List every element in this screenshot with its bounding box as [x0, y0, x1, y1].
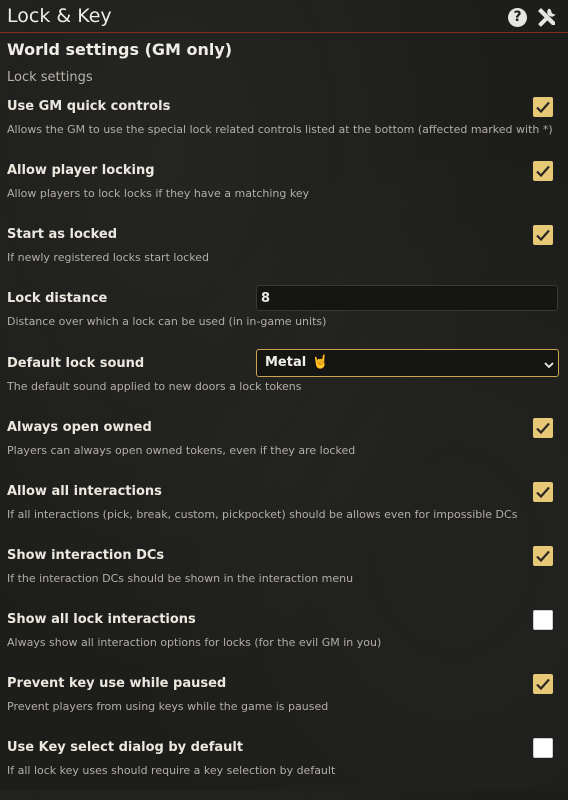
- setting-label: Start as locked: [7, 227, 118, 242]
- metal-hand-icon: 🤘: [312, 355, 329, 370]
- setting-start-as-locked: Start as locked If newly registered lock…: [0, 225, 568, 287]
- setting-label: Show interaction DCs: [7, 548, 165, 563]
- setting-prevent-key-use-while-paused: Prevent key use while paused Prevent pla…: [0, 674, 568, 736]
- setting-hint: Players can always open owned tokens, ev…: [7, 444, 356, 457]
- checkbox-use-key-select-dialog[interactable]: [533, 738, 553, 758]
- setting-default-lock-sound: Default lock sound The default sound app…: [0, 349, 568, 416]
- setting-label: Show all lock interactions: [7, 612, 196, 627]
- setting-hint: Prevent players from using keys while th…: [7, 700, 329, 713]
- question-icon[interactable]: ?: [508, 8, 527, 27]
- setting-label: Use Key select dialog by default: [7, 740, 244, 755]
- setting-hint: If newly registered locks start locked: [7, 251, 209, 264]
- lock-sound-select[interactable]: Metal 🤘: [256, 349, 559, 377]
- setting-label: Default lock sound: [7, 356, 145, 371]
- setting-allow-player-locking: Allow player locking Allow players to lo…: [0, 161, 568, 223]
- setting-label: Always open owned: [7, 420, 152, 435]
- setting-hint: Distance over which a lock can be used (…: [7, 315, 327, 328]
- setting-always-open-owned: Always open owned Players can always ope…: [0, 418, 568, 480]
- setting-label: Lock distance: [7, 291, 108, 306]
- setting-hint: If all interactions (pick, break, custom…: [7, 508, 518, 521]
- checkbox-show-all-lock-interactions[interactable]: [533, 610, 553, 630]
- setting-hint: If all lock key uses should require a ke…: [7, 764, 336, 777]
- setting-label: Prevent key use while paused: [7, 676, 227, 691]
- select-value: Metal: [265, 355, 307, 370]
- subsection-title: Lock settings: [7, 70, 93, 85]
- module-title: Lock & Key: [7, 5, 112, 27]
- checkbox-start-as-locked[interactable]: [533, 225, 553, 245]
- section-title: World settings (GM only): [7, 40, 233, 59]
- setting-hint: Always show all interaction options for …: [7, 636, 382, 649]
- checkbox-prevent-key-use-while-paused[interactable]: [533, 674, 553, 694]
- setting-use-gm-quick-controls: Use GM quick controls Allows the GM to u…: [0, 97, 568, 159]
- checkbox-show-interaction-dcs[interactable]: [533, 546, 553, 566]
- chevron-down-icon: [544, 358, 554, 373]
- lock-distance-input[interactable]: 8: [256, 285, 558, 311]
- setting-show-all-lock-interactions: Show all lock interactions Always show a…: [0, 610, 568, 672]
- setting-hint: Allow players to lock locks if they have…: [7, 187, 310, 200]
- setting-lock-distance: Lock distance Distance over which a lock…: [0, 285, 568, 351]
- tools-icon[interactable]: [535, 5, 559, 29]
- checkbox-allow-player-locking[interactable]: [533, 161, 553, 181]
- setting-use-key-select-dialog: Use Key select dialog by default If all …: [0, 738, 568, 800]
- checkbox-allow-all-interactions[interactable]: [533, 482, 553, 502]
- checkbox-always-open-owned[interactable]: [533, 418, 553, 438]
- setting-label: Allow all interactions: [7, 484, 162, 499]
- setting-hint: Allows the GM to use the special lock re…: [7, 123, 553, 136]
- setting-allow-all-interactions: Allow all interactions If all interactio…: [0, 482, 568, 544]
- setting-label: Allow player locking: [7, 163, 155, 178]
- checkbox-use-gm-quick-controls[interactable]: [533, 97, 553, 117]
- setting-show-interaction-dcs: Show interaction DCs If the interaction …: [0, 546, 568, 608]
- module-header: Lock & Key ?: [0, 0, 568, 33]
- setting-label: Use GM quick controls: [7, 99, 171, 114]
- setting-hint: If the interaction DCs should be shown i…: [7, 572, 354, 585]
- setting-hint: The default sound applied to new doors a…: [7, 380, 302, 393]
